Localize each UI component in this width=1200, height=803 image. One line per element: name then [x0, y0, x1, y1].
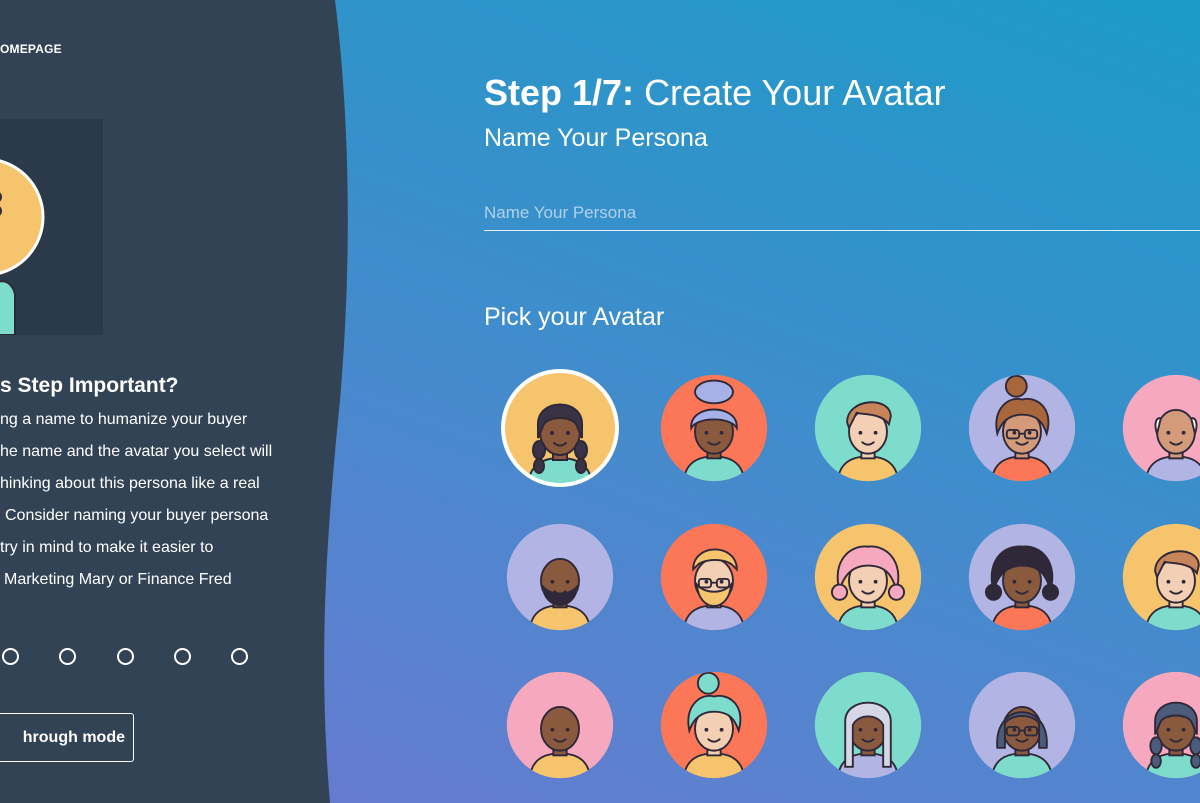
avatar-option-a13[interactable]	[812, 669, 924, 781]
sidebar: OMEPAGE s Step Important? ng a name to h…	[0, 0, 345, 803]
avatar-illustration	[660, 671, 768, 779]
avatar-option-a1[interactable]	[501, 369, 619, 487]
avatar-preview	[0, 119, 103, 335]
why-line: he name and the avatar you select will	[0, 443, 273, 460]
avatar-illustration	[968, 374, 1076, 482]
avatar-illustration	[506, 523, 614, 631]
why-important-text: ng a name to humanize your buyer he name…	[0, 404, 300, 596]
avatar-option-a4[interactable]	[966, 372, 1078, 484]
why-line: Marketing Mary or Finance Fred	[4, 571, 232, 588]
avatar-option-a15[interactable]	[1120, 669, 1200, 781]
avatar-option-a6[interactable]	[504, 521, 616, 633]
avatar-option-a12[interactable]	[658, 669, 770, 781]
avatar-illustration	[1122, 374, 1200, 482]
avatar-illustration	[968, 523, 1076, 631]
why-line: ng a name to humanize your buyer	[0, 411, 248, 428]
step-dot[interactable]	[59, 648, 76, 665]
homepage-link[interactable]: OMEPAGE	[0, 42, 62, 56]
step-dot[interactable]	[174, 648, 191, 665]
avatar-option-a10[interactable]	[1120, 521, 1200, 633]
avatar-illustration	[814, 374, 922, 482]
step-dot[interactable]	[231, 648, 248, 665]
avatar-option-a2[interactable]	[658, 372, 770, 484]
step-title: Step 1/7: Create Your Avatar	[484, 72, 946, 114]
avatar-preview-image	[0, 159, 45, 335]
avatar-option-a5[interactable]	[1120, 372, 1200, 484]
step-progress-dots	[0, 648, 260, 668]
why-line: try in mind to make it easier to	[0, 539, 214, 556]
avatar-illustration	[968, 671, 1076, 779]
avatar-option-a8[interactable]	[812, 521, 924, 633]
avatar-illustration	[1122, 671, 1200, 779]
avatar-illustration	[506, 671, 614, 779]
avatar-illustration	[501, 369, 619, 487]
avatar-illustration	[660, 374, 768, 482]
step-label: Step 1/7:	[484, 72, 635, 113]
avatar-illustration	[1122, 523, 1200, 631]
persona-name-input[interactable]	[484, 196, 1200, 231]
avatar-option-a9[interactable]	[966, 521, 1078, 633]
walkthrough-mode-button[interactable]: hrough mode	[0, 713, 134, 762]
avatar-option-a11[interactable]	[504, 669, 616, 781]
avatar-option-a3[interactable]	[812, 372, 924, 484]
why-important-heading: s Step Important?	[0, 374, 179, 398]
avatar-option-a7[interactable]	[658, 521, 770, 633]
why-line: hinking about this persona like a real	[0, 475, 260, 492]
main-panel: Step 1/7: Create Your Avatar Name Your P…	[484, 0, 1200, 803]
step-dot[interactable]	[117, 648, 134, 665]
avatar-illustration	[660, 523, 768, 631]
pick-avatar-heading: Pick your Avatar	[484, 303, 665, 331]
why-line: Consider naming your buyer persona	[5, 507, 269, 524]
avatar-illustration	[814, 671, 922, 779]
avatar-option-a14[interactable]	[966, 669, 1078, 781]
step-title-text: Create Your Avatar	[644, 72, 946, 113]
name-persona-heading: Name Your Persona	[484, 124, 708, 152]
step-dot[interactable]	[2, 648, 19, 665]
avatar-illustration	[814, 523, 922, 631]
